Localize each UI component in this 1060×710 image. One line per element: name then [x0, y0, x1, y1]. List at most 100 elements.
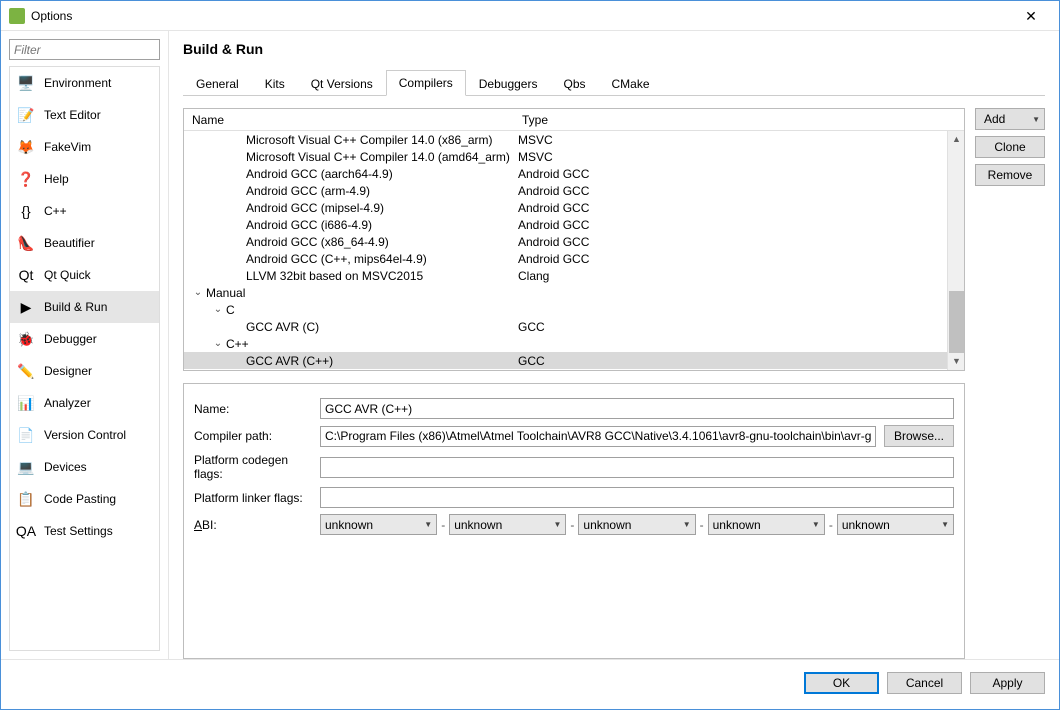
- tree-row[interactable]: GCC AVR (C++) GCC: [184, 352, 964, 369]
- tree-row[interactable]: ⌄Manual: [184, 284, 964, 301]
- sidebar-item-text-editor[interactable]: 📝Text Editor: [10, 99, 159, 131]
- tree-item-name: GCC AVR (C): [246, 320, 319, 334]
- tree-body[interactable]: Microsoft Visual C++ Compiler 14.0 (x86_…: [184, 131, 964, 370]
- codegen-input[interactable]: [320, 457, 954, 478]
- tab-kits[interactable]: Kits: [252, 71, 298, 96]
- tree-item-type: Android GCC: [514, 235, 964, 249]
- tab-debuggers[interactable]: Debuggers: [466, 71, 551, 96]
- sidebar: 🖥️Environment📝Text Editor🦊FakeVim❓Help{}…: [1, 31, 169, 659]
- sidebar-item-analyzer[interactable]: 📊Analyzer: [10, 387, 159, 419]
- abi-label: ABI:: [194, 518, 312, 532]
- tree-row[interactable]: Android GCC (x86_64-4.9)Android GCC: [184, 233, 964, 250]
- category-icon: 💻: [16, 457, 36, 477]
- tree-row[interactable]: LLVM 32bit based on MSVC2015Clang: [184, 267, 964, 284]
- clone-button[interactable]: Clone: [975, 136, 1045, 158]
- title-bar: Options ✕: [1, 1, 1059, 31]
- compiler-path-input[interactable]: [320, 426, 876, 447]
- sidebar-item-label: Qt Quick: [44, 268, 91, 282]
- abi-select-4[interactable]: unknown▼: [837, 514, 954, 535]
- scroll-up-icon[interactable]: ▲: [948, 131, 964, 148]
- close-icon[interactable]: ✕: [1011, 9, 1051, 23]
- tree-row[interactable]: Android GCC (aarch64-4.9)Android GCC: [184, 165, 964, 182]
- abi-select-2[interactable]: unknown▼: [578, 514, 695, 535]
- abi-value: unknown: [842, 518, 890, 532]
- scroll-down-icon[interactable]: ▼: [948, 353, 964, 370]
- remove-button[interactable]: Remove: [975, 164, 1045, 186]
- tree-row[interactable]: Android GCC (mipsel-4.9)Android GCC: [184, 199, 964, 216]
- apply-button[interactable]: Apply: [970, 672, 1045, 694]
- tree-row[interactable]: Android GCC (arm-4.9)Android GCC: [184, 182, 964, 199]
- sidebar-item-label: Devices: [44, 460, 87, 474]
- sidebar-item-label: Environment: [44, 76, 111, 90]
- sidebar-item-help[interactable]: ❓Help: [10, 163, 159, 195]
- tab-compilers[interactable]: Compilers: [386, 70, 466, 96]
- expand-icon[interactable]: ⌄: [212, 304, 224, 315]
- side-buttons: Add▼ Clone Remove: [975, 108, 1045, 659]
- sidebar-item-environment[interactable]: 🖥️Environment: [10, 67, 159, 99]
- category-icon: Qt: [16, 265, 36, 285]
- category-icon: ✏️: [16, 361, 36, 381]
- abi-select-3[interactable]: unknown▼: [708, 514, 825, 535]
- dialog-footer: OK Cancel Apply: [1, 659, 1059, 705]
- tree-row[interactable]: GCC AVR (C)GCC: [184, 318, 964, 335]
- tree-row[interactable]: Microsoft Visual C++ Compiler 14.0 (amd6…: [184, 148, 964, 165]
- scrollbar[interactable]: ▲ ▼: [947, 131, 964, 370]
- tab-qt-versions[interactable]: Qt Versions: [298, 71, 386, 96]
- scroll-thumb[interactable]: [949, 291, 964, 361]
- window-title: Options: [31, 9, 1011, 23]
- category-icon: QA: [16, 521, 36, 541]
- sidebar-item-qt-quick[interactable]: Qt Qt Quick: [10, 259, 159, 291]
- chevron-down-icon: ▼: [424, 520, 432, 529]
- tab-cmake[interactable]: CMake: [599, 71, 663, 96]
- tree-item-name: C: [226, 303, 235, 317]
- column-name[interactable]: Name: [188, 113, 518, 127]
- compiler-tree: Name Type Microsoft Visual C++ Compiler …: [183, 108, 965, 371]
- abi-select-1[interactable]: unknown▼: [449, 514, 566, 535]
- ok-button[interactable]: OK: [804, 672, 879, 694]
- sidebar-item-beautifier[interactable]: 👠Beautifier: [10, 227, 159, 259]
- abi-separator: -: [570, 518, 574, 532]
- browse-button[interactable]: Browse...: [884, 425, 954, 447]
- category-icon: 👠: [16, 233, 36, 253]
- expand-icon[interactable]: ⌄: [192, 287, 204, 298]
- abi-value: unknown: [454, 518, 502, 532]
- sidebar-item-code-pasting[interactable]: 📋Code Pasting: [10, 483, 159, 515]
- expand-icon[interactable]: ⌄: [212, 338, 224, 349]
- tree-row[interactable]: Microsoft Visual C++ Compiler 14.0 (x86_…: [184, 131, 964, 148]
- linker-input[interactable]: [320, 487, 954, 508]
- sidebar-item-test-settings[interactable]: QATest Settings: [10, 515, 159, 547]
- tree-row[interactable]: Android GCC (C++, mips64el-4.9)Android G…: [184, 250, 964, 267]
- tab-qbs[interactable]: Qbs: [550, 71, 598, 96]
- tree-item-name: C++: [226, 337, 249, 351]
- linker-label: Platform linker flags:: [194, 491, 312, 505]
- sidebar-item-debugger[interactable]: 🐞Debugger: [10, 323, 159, 355]
- content-area: Build & Run GeneralKitsQt VersionsCompil…: [169, 31, 1059, 659]
- sidebar-item-version-control[interactable]: 📄Version Control: [10, 419, 159, 451]
- tree-item-name: Android GCC (C++, mips64el-4.9): [246, 252, 427, 266]
- tree-item-name: Android GCC (arm-4.9): [246, 184, 370, 198]
- tree-item-type: Android GCC: [514, 201, 964, 215]
- sidebar-item-build-run[interactable]: ▶Build & Run: [10, 291, 159, 323]
- sidebar-item-c-[interactable]: {}C++: [10, 195, 159, 227]
- filter-input[interactable]: [9, 39, 160, 60]
- sidebar-item-fakevim[interactable]: 🦊FakeVim: [10, 131, 159, 163]
- tree-item-type: GCC: [514, 354, 964, 368]
- sidebar-item-designer[interactable]: ✏️Designer: [10, 355, 159, 387]
- category-icon: ❓: [16, 169, 36, 189]
- abi-select-0[interactable]: unknown▼: [320, 514, 437, 535]
- tree-item-type: MSVC: [514, 150, 964, 164]
- tree-row[interactable]: ⌄C++: [184, 335, 964, 352]
- name-input[interactable]: [320, 398, 954, 419]
- tree-row[interactable]: Android GCC (i686-4.9)Android GCC: [184, 216, 964, 233]
- add-button[interactable]: Add▼: [975, 108, 1045, 130]
- compiler-details: Name: Compiler path: Browse... Platform …: [183, 383, 965, 659]
- tab-general[interactable]: General: [183, 71, 252, 96]
- abi-separator: -: [700, 518, 704, 532]
- column-type[interactable]: Type: [518, 113, 960, 127]
- page-title: Build & Run: [183, 41, 1045, 57]
- tree-item-name: Android GCC (i686-4.9): [246, 218, 372, 232]
- tree-row[interactable]: ⌄C: [184, 301, 964, 318]
- tree-item-name: GCC AVR (C++): [246, 354, 333, 368]
- sidebar-item-devices[interactable]: 💻 Devices: [10, 451, 159, 483]
- cancel-button[interactable]: Cancel: [887, 672, 962, 694]
